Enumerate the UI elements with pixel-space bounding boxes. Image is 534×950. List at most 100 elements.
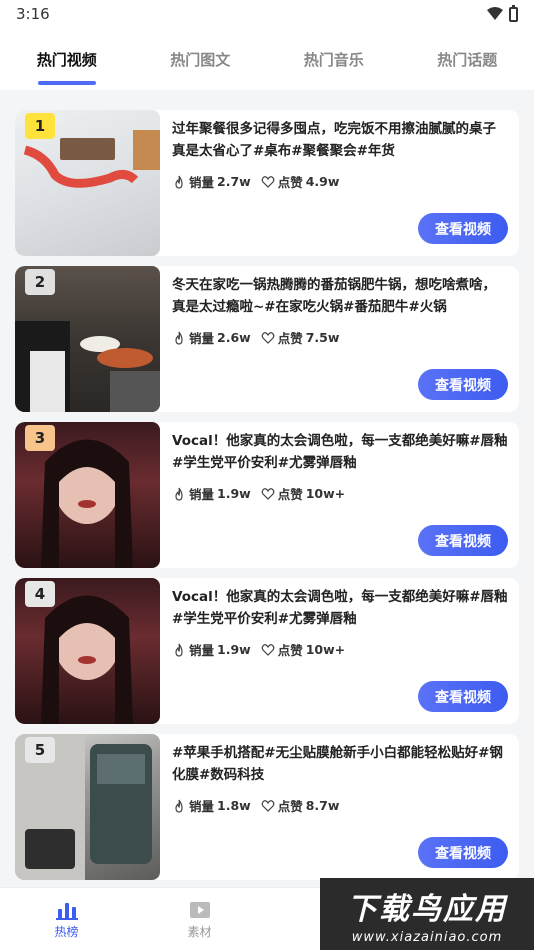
- active-tab-indicator: [37, 81, 96, 85]
- list-item[interactable]: 5 #苹果手机搭配#无尘贴膜舱新手小白都能轻松贴好#钢化膜#数码科技 销量 1.…: [15, 734, 519, 880]
- card-body: 过年聚餐很多记得多囤点，吃完饭不用擦油腻腻的桌子真是太省心了#桌布#聚餐聚会#年…: [160, 110, 519, 256]
- top-tabs: 热门视频 热门图文 热门音乐 热门话题: [0, 28, 534, 90]
- list-item[interactable]: 3 Vocal！他家真的太会调色啦，每一支都绝美好嘛#唇釉#学生党平价安利#尤雾…: [15, 422, 519, 568]
- sales-stat: 销量 1.9w: [172, 640, 251, 659]
- likes-value: 8.7w: [305, 798, 340, 813]
- rank-badge: 1: [25, 113, 55, 139]
- sales-label: 销量: [189, 331, 215, 346]
- nav-item-hot-list[interactable]: 热榜: [0, 888, 133, 950]
- view-video-button[interactable]: 查看视频: [418, 681, 508, 712]
- nav-label: 素材: [187, 924, 212, 939]
- tab-hot-music[interactable]: 热门音乐: [267, 28, 401, 90]
- heart-icon: [261, 331, 275, 344]
- sales-stat: 销量 1.8w: [172, 796, 251, 815]
- video-thumbnail[interactable]: 1: [15, 110, 160, 256]
- rank-badge: 4: [25, 581, 55, 607]
- status-icons: [487, 4, 518, 22]
- video-thumbnail[interactable]: 5: [15, 734, 160, 880]
- list-item[interactable]: 2 冬天在家吃一锅热腾腾的番茄锅肥牛锅，想吃啥煮啥，真是太过瘾啦~#在家吃火锅#…: [15, 266, 519, 412]
- watermark-url: www.xiazainiao.com: [351, 929, 503, 945]
- likes-stat: 点赞 10w+: [261, 640, 345, 659]
- sales-value: 2.7w: [217, 174, 251, 189]
- video-title: 冬天在家吃一锅热腾腾的番茄锅肥牛锅，想吃啥煮啥，真是太过瘾啦~#在家吃火锅#番茄…: [172, 277, 496, 315]
- likes-stat: 点赞 4.9w: [261, 172, 340, 191]
- likes-value: 4.9w: [305, 174, 340, 189]
- sales-value: 1.9w: [217, 486, 251, 501]
- heart-icon: [261, 799, 275, 812]
- tab-hot-graphic[interactable]: 热门图文: [134, 28, 268, 90]
- rank-badge: 5: [25, 737, 55, 763]
- likes-label: 点赞: [277, 799, 303, 814]
- tab-hot-topic[interactable]: 热门话题: [401, 28, 534, 90]
- battery-icon: [509, 4, 518, 22]
- status-bar: 3:16: [0, 0, 534, 28]
- stats-row: 销量 1.8w 点赞 8.7w: [172, 796, 508, 815]
- stats-row: 销量 1.9w 点赞 10w+: [172, 484, 508, 503]
- video-title: #苹果手机搭配#无尘贴膜舱新手小白都能轻松贴好#钢化膜#数码科技: [172, 745, 503, 783]
- likes-label: 点赞: [277, 175, 303, 190]
- likes-value: 10w+: [305, 642, 346, 657]
- card-body: Vocal！他家真的太会调色啦，每一支都绝美好嘛#唇釉#学生党平价安利#尤雾弹唇…: [160, 422, 519, 568]
- wifi-icon: [487, 7, 503, 20]
- flame-icon: [175, 799, 183, 813]
- tab-label: 热门视频: [36, 50, 97, 69]
- tab-label: 热门话题: [437, 50, 498, 69]
- tab-label: 热门图文: [170, 50, 231, 69]
- view-video-button[interactable]: 查看视频: [418, 369, 508, 400]
- site-watermark: 下载鸟应用 www.xiazainiao.com: [320, 878, 534, 950]
- nav-item-materials[interactable]: 素材: [133, 888, 266, 950]
- rank-badge: 2: [25, 269, 55, 295]
- video-list: 1 过年聚餐很多记得多囤点，吃完饭不用擦油腻腻的桌子真是太省心了#桌布#聚餐聚会…: [15, 110, 519, 890]
- stats-row: 销量 2.6w 点赞 7.5w: [172, 328, 508, 347]
- view-video-button[interactable]: 查看视频: [418, 213, 508, 244]
- video-title: Vocal！他家真的太会调色啦，每一支都绝美好嘛#唇釉#学生党平价安利#尤雾弹唇…: [172, 433, 508, 471]
- view-video-button[interactable]: 查看视频: [418, 837, 508, 868]
- tab-hot-video[interactable]: 热门视频: [0, 28, 134, 90]
- sales-stat: 销量 1.9w: [172, 484, 251, 503]
- sales-label: 销量: [189, 643, 215, 658]
- flame-icon: [175, 487, 183, 501]
- sales-stat: 销量 2.7w: [172, 172, 251, 191]
- heart-icon: [261, 487, 275, 500]
- view-video-button[interactable]: 查看视频: [418, 525, 508, 556]
- sales-stat: 销量 2.6w: [172, 328, 251, 347]
- likes-stat: 点赞 10w+: [261, 484, 345, 503]
- video-thumbnail[interactable]: 4: [15, 578, 160, 724]
- sales-value: 1.8w: [217, 798, 251, 813]
- likes-value: 10w+: [305, 486, 346, 501]
- likes-value: 7.5w: [305, 330, 340, 345]
- status-time: 3:16: [16, 5, 50, 23]
- card-body: 冬天在家吃一锅热腾腾的番茄锅肥牛锅，想吃啥煮啥，真是太过瘾啦~#在家吃火锅#番茄…: [160, 266, 519, 412]
- sales-value: 1.9w: [217, 642, 251, 657]
- tab-label: 热门音乐: [303, 50, 364, 69]
- heart-icon: [261, 643, 275, 656]
- sales-label: 销量: [189, 487, 215, 502]
- sales-label: 销量: [189, 175, 215, 190]
- video-title: Vocal！他家真的太会调色啦，每一支都绝美好嘛#唇釉#学生党平价安利#尤雾弹唇…: [172, 589, 508, 627]
- stats-row: 销量 2.7w 点赞 4.9w: [172, 172, 508, 191]
- bar-chart-icon: [55, 902, 78, 920]
- play-folder-icon: [189, 901, 210, 918]
- stats-row: 销量 1.9w 点赞 10w+: [172, 640, 508, 659]
- sales-value: 2.6w: [217, 330, 251, 345]
- card-body: #苹果手机搭配#无尘贴膜舱新手小白都能轻松贴好#钢化膜#数码科技 销量 1.8w…: [160, 734, 519, 880]
- nav-label: 热榜: [54, 924, 79, 939]
- list-item[interactable]: 1 过年聚餐很多记得多囤点，吃完饭不用擦油腻腻的桌子真是太省心了#桌布#聚餐聚会…: [15, 110, 519, 256]
- video-thumbnail[interactable]: 3: [15, 422, 160, 568]
- rank-badge: 3: [25, 425, 55, 451]
- likes-label: 点赞: [277, 643, 303, 658]
- video-thumbnail[interactable]: 2: [15, 266, 160, 412]
- card-body: Vocal！他家真的太会调色啦，每一支都绝美好嘛#唇釉#学生党平价安利#尤雾弹唇…: [160, 578, 519, 724]
- heart-icon: [261, 175, 275, 188]
- likes-stat: 点赞 8.7w: [261, 796, 340, 815]
- sales-label: 销量: [189, 799, 215, 814]
- video-title: 过年聚餐很多记得多囤点，吃完饭不用擦油腻腻的桌子真是太省心了#桌布#聚餐聚会#年…: [172, 121, 496, 159]
- flame-icon: [175, 331, 183, 345]
- flame-icon: [175, 175, 183, 189]
- list-item[interactable]: 4 Vocal！他家真的太会调色啦，每一支都绝美好嘛#唇釉#学生党平价安利#尤雾…: [15, 578, 519, 724]
- watermark-title: 下载鸟应用: [347, 891, 507, 927]
- likes-stat: 点赞 7.5w: [261, 328, 340, 347]
- flame-icon: [175, 643, 183, 657]
- likes-label: 点赞: [277, 487, 303, 502]
- likes-label: 点赞: [277, 331, 303, 346]
